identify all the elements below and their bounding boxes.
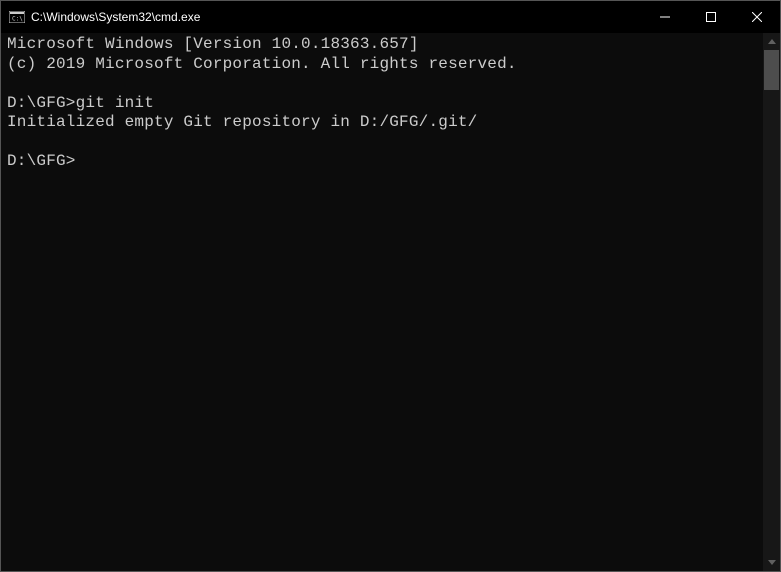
prompt: D:\GFG> (7, 152, 76, 170)
scrollbar-track[interactable] (763, 50, 780, 554)
cmd-icon: C:\ (9, 9, 25, 25)
vertical-scrollbar[interactable] (763, 33, 780, 571)
close-button[interactable] (734, 1, 780, 33)
command-text: git init (76, 94, 154, 112)
output-line: Initialized empty Git repository in D:/G… (7, 113, 759, 133)
window-controls (642, 1, 780, 33)
banner-line: Microsoft Windows [Version 10.0.18363.65… (7, 35, 759, 55)
maximize-button[interactable] (688, 1, 734, 33)
scrollbar-thumb[interactable] (764, 50, 779, 90)
scroll-down-icon[interactable] (763, 554, 780, 571)
terminal-area: Microsoft Windows [Version 10.0.18363.65… (1, 33, 780, 571)
prompt-line: D:\GFG>git init (7, 94, 759, 114)
blank-line (7, 133, 759, 153)
prompt: D:\GFG> (7, 94, 76, 112)
current-prompt-line: D:\GFG> (7, 152, 759, 172)
cmd-window: C:\ C:\Windows\System32\cmd.exe Microsof… (0, 0, 781, 572)
svg-text:C:\: C:\ (12, 16, 23, 23)
banner-line: (c) 2019 Microsoft Corporation. All righ… (7, 55, 759, 75)
blank-line (7, 74, 759, 94)
terminal-output[interactable]: Microsoft Windows [Version 10.0.18363.65… (1, 33, 763, 571)
titlebar[interactable]: C:\ C:\Windows\System32\cmd.exe (1, 1, 780, 33)
minimize-button[interactable] (642, 1, 688, 33)
window-title: C:\Windows\System32\cmd.exe (31, 10, 200, 24)
scroll-up-icon[interactable] (763, 33, 780, 50)
